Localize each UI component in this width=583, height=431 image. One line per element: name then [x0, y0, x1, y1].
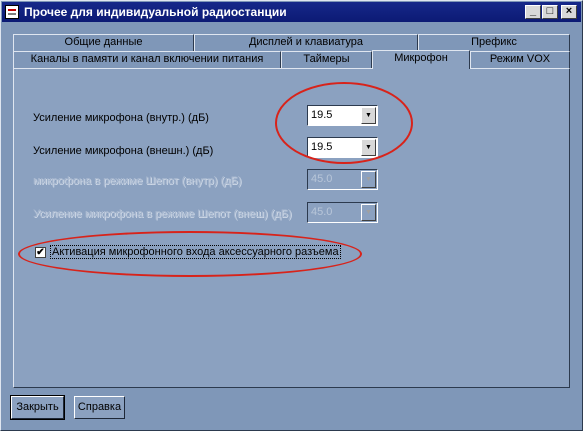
- whisper-internal-gain-select: 45.0 ▼: [307, 169, 378, 190]
- chevron-down-icon: ▼: [361, 204, 376, 221]
- chevron-down-icon[interactable]: ▼: [361, 139, 376, 156]
- tab-general[interactable]: Общие данные: [13, 34, 194, 51]
- accessory-mic-checkbox-label[interactable]: Активация микрофонного входа аксессуарно…: [50, 245, 341, 259]
- whisper-external-gain-label: Усиление микрофона в режиме Шепот (внеш)…: [33, 208, 292, 220]
- app-icon: [5, 5, 19, 19]
- whisper-external-gain-value: 45.0: [311, 206, 333, 218]
- chevron-down-icon: ▼: [361, 171, 376, 188]
- tab-display-keyboard[interactable]: Дисплей и клавиатура: [194, 34, 418, 51]
- tab-memory-channels[interactable]: Каналы в памяти и канал включении питани…: [13, 51, 281, 68]
- internal-mic-gain-select[interactable]: 19.5 ▼: [307, 105, 378, 126]
- external-mic-gain-select[interactable]: 19.5 ▼: [307, 137, 378, 158]
- internal-mic-gain-label: Усиление микрофона (внутр.) (дБ): [33, 112, 209, 124]
- tab-microphone[interactable]: Микрофон: [372, 50, 470, 69]
- whisper-internal-gain-label: микрофона в режиме Шепот (внутр) (дБ): [33, 175, 242, 187]
- close-button[interactable]: Закрыть: [10, 395, 65, 420]
- tab-vox-mode[interactable]: Режим VOX: [470, 51, 570, 68]
- external-mic-gain-value: 19.5: [311, 141, 333, 153]
- accessory-mic-checkbox[interactable]: ✔: [35, 247, 46, 258]
- chevron-down-icon[interactable]: ▼: [361, 107, 376, 124]
- tab-prefix[interactable]: Префикс: [418, 34, 570, 51]
- help-button[interactable]: Справка: [74, 396, 125, 419]
- window-title: Прочее для индивидуальной радиостанции: [24, 5, 287, 19]
- close-window-button[interactable]: ×: [561, 5, 577, 19]
- minimize-button[interactable]: _: [525, 5, 541, 19]
- tab-timers[interactable]: Таймеры: [281, 51, 372, 68]
- external-mic-gain-label: Усиление микрофона (внешн.) (дБ): [33, 145, 214, 157]
- whisper-external-gain-select: 45.0 ▼: [307, 202, 378, 223]
- maximize-button[interactable]: □: [542, 5, 558, 19]
- title-bar[interactable]: Прочее для индивидуальной радиостанции _…: [2, 2, 581, 22]
- whisper-internal-gain-value: 45.0: [311, 173, 333, 185]
- internal-mic-gain-value: 19.5: [311, 109, 333, 121]
